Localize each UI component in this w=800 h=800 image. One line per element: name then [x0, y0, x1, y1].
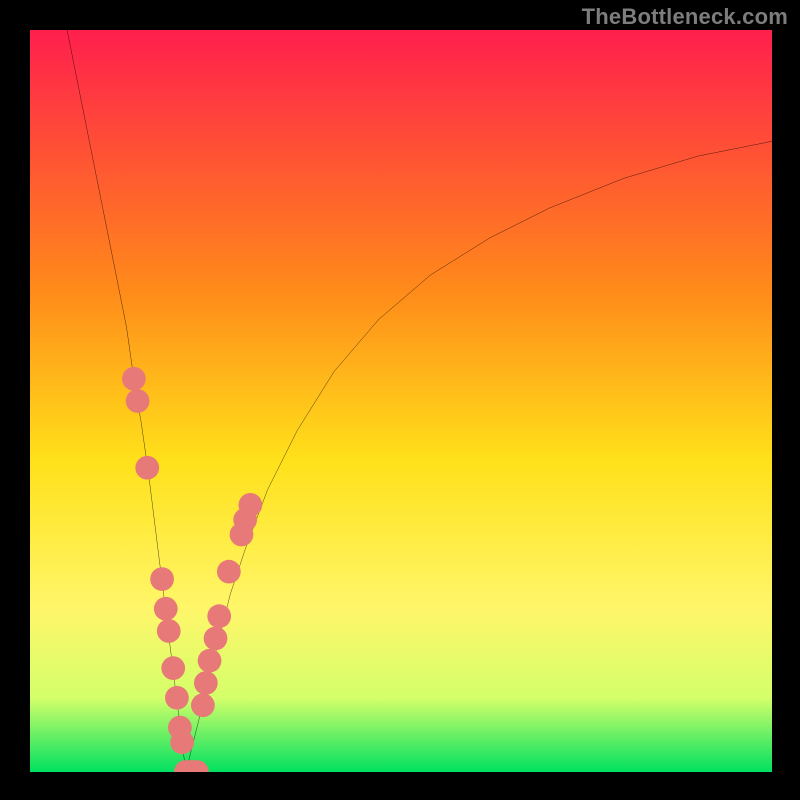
data-point: [204, 627, 228, 651]
data-point: [150, 567, 174, 591]
data-point: [170, 730, 194, 754]
watermark-text: TheBottleneck.com: [582, 4, 788, 30]
data-point: [122, 367, 146, 391]
data-point: [165, 686, 189, 710]
data-point: [126, 389, 150, 413]
data-point: [161, 656, 185, 680]
data-point: [217, 560, 241, 584]
data-point: [154, 597, 178, 621]
data-point: [194, 671, 218, 695]
data-point: [239, 493, 263, 517]
data-point: [207, 604, 231, 628]
data-point: [191, 693, 215, 717]
data-point: [157, 619, 181, 643]
outer-frame: TheBottleneck.com: [0, 0, 800, 800]
bottleneck-chart: [30, 30, 772, 772]
data-point: [135, 456, 159, 480]
data-point: [198, 649, 222, 673]
